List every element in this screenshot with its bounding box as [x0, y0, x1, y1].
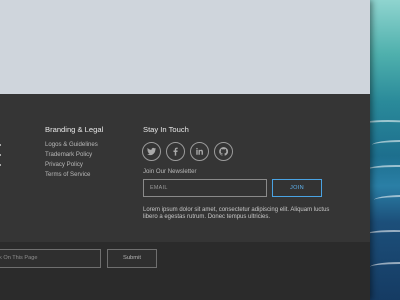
github-icon[interactable] [214, 142, 233, 161]
browser-window: Branding & Legal Logos & Guidelines Trad… [0, 0, 370, 300]
wave [374, 195, 400, 205]
page-bottom [0, 276, 370, 300]
stay-in-touch-title: Stay In Touch [143, 125, 189, 134]
twitter-icon[interactable] [142, 142, 161, 161]
link-trademark-policy[interactable]: Trademark Policy [45, 151, 92, 158]
link-logos-guidelines[interactable]: Logos & Guidelines [45, 141, 98, 148]
newsletter-description: Lorem ipsum dolor sit amet, consectetur … [143, 207, 330, 221]
cut-off-link[interactable] [0, 154, 1, 156]
desktop-background [368, 0, 400, 300]
branding-legal-title: Branding & Legal [45, 125, 104, 134]
hero-section [0, 0, 370, 94]
newsletter-label: Join Our Newsletter [143, 168, 197, 175]
wave [370, 262, 400, 272]
link-terms-of-service[interactable]: Terms of Service [45, 171, 90, 178]
cut-off-link[interactable] [0, 164, 1, 166]
wave [368, 120, 400, 130]
wave [368, 165, 400, 175]
join-button[interactable]: JOIN [272, 179, 322, 197]
wave [372, 140, 400, 150]
linkedin-icon[interactable] [190, 142, 209, 161]
facebook-icon[interactable] [166, 142, 185, 161]
submit-button[interactable]: Submit [107, 249, 157, 268]
email-input[interactable]: EMAIL [143, 179, 267, 197]
feedback-input[interactable]: k On This Page [0, 249, 101, 268]
link-privacy-policy[interactable]: Privacy Policy [45, 161, 83, 168]
cut-off-link[interactable] [0, 144, 1, 146]
wave [368, 230, 400, 240]
